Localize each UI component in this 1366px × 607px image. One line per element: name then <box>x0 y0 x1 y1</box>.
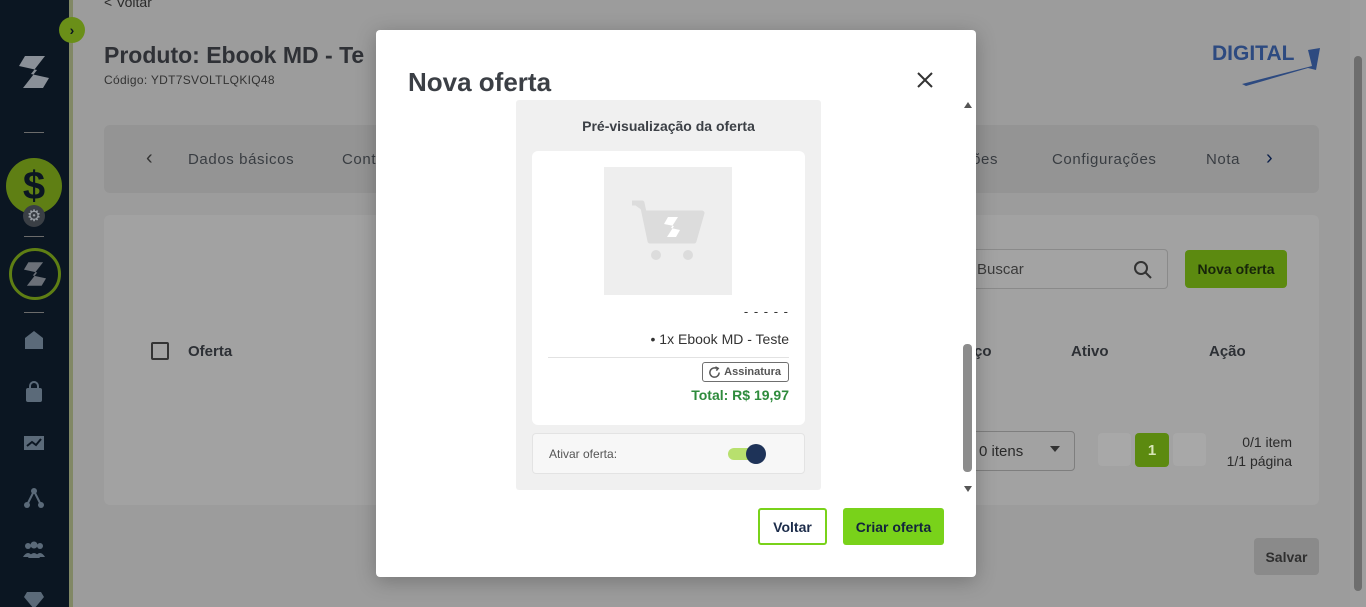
tab-nota[interactable]: Nota <box>1206 151 1240 168</box>
prev-page-button[interactable] <box>1098 433 1131 466</box>
back-link[interactable]: < Voltar <box>104 0 152 10</box>
tab-configuracoes[interactable]: Configurações <box>1052 151 1157 168</box>
subscription-badge-label: Assinatura <box>724 366 781 378</box>
activate-offer-toggle[interactable] <box>728 444 768 464</box>
column-offer: Oferta <box>188 343 233 360</box>
back-button[interactable]: Voltar <box>758 508 827 545</box>
network-icon[interactable] <box>20 484 48 512</box>
modal-scrollbar-thumb[interactable] <box>963 344 972 472</box>
page-scrollbar[interactable] <box>1350 0 1366 607</box>
activate-offer-label: Ativar oferta: <box>549 447 618 461</box>
select-all-checkbox[interactable] <box>151 342 169 360</box>
chevron-left-icon[interactable]: ‹ <box>146 147 153 170</box>
preview-item-line: • 1x Ebook MD - Teste <box>650 331 789 347</box>
cart-icon <box>632 200 705 260</box>
search-icon[interactable] <box>1133 260 1153 280</box>
sidebar-divider <box>24 132 44 133</box>
chart-board-icon[interactable] <box>20 430 48 458</box>
toggle-knob <box>746 444 766 464</box>
pages-info: 1/1 página <box>1226 453 1292 469</box>
preview-card: - - - - - • 1x Ebook MD - Teste Assinatu… <box>532 151 805 425</box>
sidebar-divider <box>24 236 44 237</box>
scroll-down-icon[interactable] <box>964 486 972 492</box>
preview-divider <box>548 357 789 358</box>
scroll-up-icon[interactable] <box>964 102 972 108</box>
chevron-right-icon[interactable]: › <box>59 17 85 43</box>
brand-logo: DIGITAL <box>1212 40 1322 88</box>
users-icon[interactable] <box>20 536 48 564</box>
new-offer-modal: Nova oferta Pré-visualização da oferta -… <box>376 30 976 577</box>
caret-down-icon <box>1050 446 1060 452</box>
offer-preview: Pré-visualização da oferta - - - - - • 1… <box>516 100 821 490</box>
new-offer-button[interactable]: Nova oferta <box>1185 250 1287 288</box>
page-scrollbar-thumb[interactable] <box>1354 56 1362 591</box>
search-input[interactable]: Buscar <box>970 249 1168 289</box>
column-price: ço <box>974 343 992 360</box>
column-action: Ação <box>1209 343 1246 360</box>
home-icon[interactable] <box>20 326 48 354</box>
close-icon[interactable] <box>913 68 937 92</box>
product-code: Código: YDT7SVOLTLQKIQ48 <box>104 73 275 87</box>
items-info: 0/1 item <box>1242 434 1292 450</box>
current-page-button[interactable]: 1 <box>1135 433 1169 467</box>
modal-title: Nova oferta <box>408 67 552 97</box>
chevron-right-icon[interactable]: › <box>1266 147 1273 170</box>
sidebar-divider <box>24 312 44 313</box>
brand-ring-icon[interactable] <box>9 248 61 300</box>
create-offer-button[interactable]: Criar oferta <box>843 508 944 545</box>
search-placeholder: Buscar <box>977 261 1024 278</box>
gear-icon[interactable]: ⚙ <box>23 205 45 227</box>
save-button[interactable]: Salvar <box>1254 538 1319 575</box>
diamond-icon[interactable] <box>20 586 48 607</box>
tab-dados-basicos[interactable]: Dados básicos <box>188 151 294 168</box>
preview-dashes: - - - - - <box>743 304 789 319</box>
bag-icon[interactable] <box>20 378 48 406</box>
product-image-placeholder <box>604 167 732 295</box>
brand-logo-text: DIGITAL <box>1212 42 1295 65</box>
subscription-badge: Assinatura <box>702 362 789 382</box>
modal-scrollbar[interactable] <box>963 102 973 494</box>
page-title: Produto: Ebook MD - Te <box>104 42 365 68</box>
preview-title: Pré-visualização da oferta <box>582 118 755 134</box>
sidebar: $ ⚙ <box>0 0 69 607</box>
tab-conteudo[interactable]: Cont <box>342 151 376 168</box>
preview-total: Total: R$ 19,97 <box>691 387 789 403</box>
per-page-select[interactable]: 0 itens <box>970 431 1075 471</box>
per-page-value: 0 itens <box>979 443 1024 460</box>
refresh-icon <box>709 365 721 378</box>
next-page-button[interactable] <box>1173 433 1206 466</box>
app-logo[interactable] <box>15 52 53 92</box>
activate-offer-row: Ativar oferta: <box>532 433 805 474</box>
column-active: Ativo <box>1071 343 1109 360</box>
